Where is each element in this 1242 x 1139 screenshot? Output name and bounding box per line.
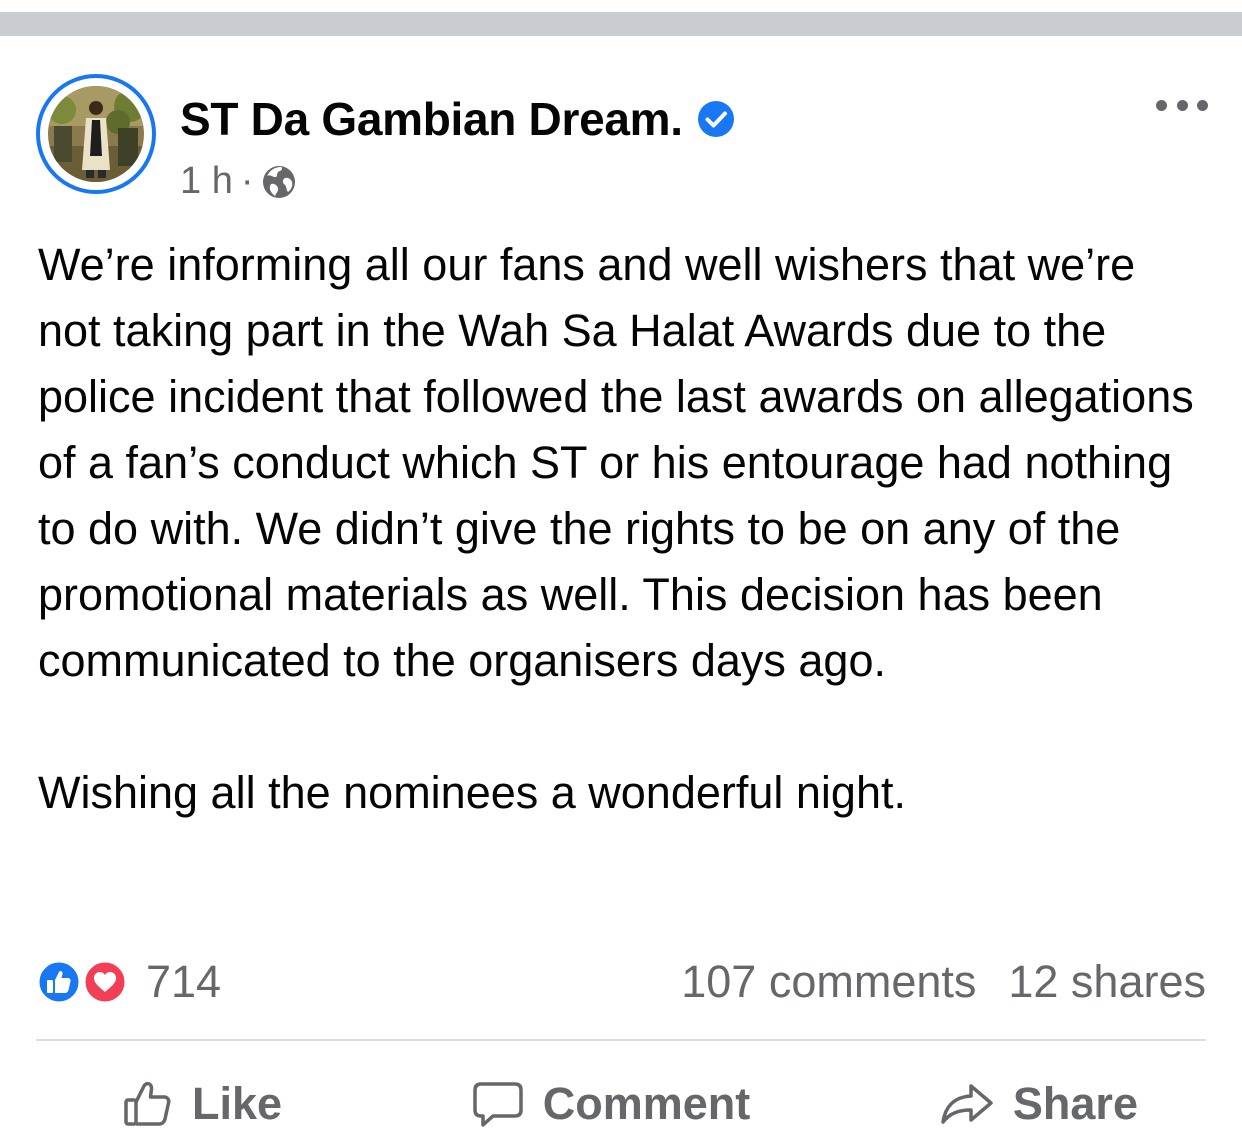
share-arrow-icon	[939, 1078, 995, 1130]
like-reaction-icon	[36, 959, 82, 1005]
like-label: Like	[192, 1078, 283, 1129]
more-dot	[1176, 99, 1188, 111]
like-button[interactable]: Like	[122, 1078, 282, 1130]
shares-count[interactable]: 12 shares	[1008, 956, 1206, 1008]
profile-avatar[interactable]	[36, 74, 156, 194]
counts: 107 comments 12 shares	[681, 956, 1206, 1008]
post-card: ST Da Gambian Dream. 1 h · We’re informi…	[0, 36, 1242, 1139]
more-dot	[1156, 99, 1167, 111]
author-row: ST Da Gambian Dream.	[180, 92, 735, 146]
divider	[36, 1039, 1206, 1041]
love-reaction-icon	[82, 959, 128, 1005]
author-name[interactable]: ST Da Gambian Dream.	[180, 92, 683, 146]
post-body: We’re informing all our fans and well wi…	[38, 232, 1208, 826]
meta-separator: ·	[240, 160, 254, 202]
feed-separator	[0, 12, 1242, 36]
share-button[interactable]: Share	[939, 1078, 1138, 1130]
post-meta: 1 h ·	[180, 160, 297, 203]
post-paragraph: We’re informing all our fans and well wi…	[38, 239, 1194, 686]
post-time[interactable]: 1 h	[180, 160, 233, 203]
comment-label: Comment	[542, 1078, 751, 1129]
verified-badge-icon	[697, 100, 735, 138]
engagement-stats: 714 107 comments 12 shares	[36, 954, 1206, 1010]
action-bar: Like Comment Share	[36, 1072, 1206, 1136]
more-options-icon[interactable]	[1156, 98, 1208, 112]
comment-button[interactable]: Comment	[471, 1078, 751, 1130]
reactions-summary[interactable]: 714	[36, 956, 221, 1008]
reaction-count: 714	[146, 956, 222, 1007]
globe-icon[interactable]	[261, 164, 297, 200]
more-dot	[1197, 99, 1208, 111]
comments-count[interactable]: 107 comments	[681, 956, 976, 1008]
comment-bubble-icon	[471, 1078, 525, 1130]
share-label: Share	[1012, 1078, 1138, 1129]
reaction-icons	[36, 959, 132, 1005]
post-paragraph: Wishing all the nominees a wonderful nig…	[38, 767, 906, 818]
thumbs-up-icon	[122, 1078, 174, 1130]
avatar-image	[48, 86, 144, 182]
